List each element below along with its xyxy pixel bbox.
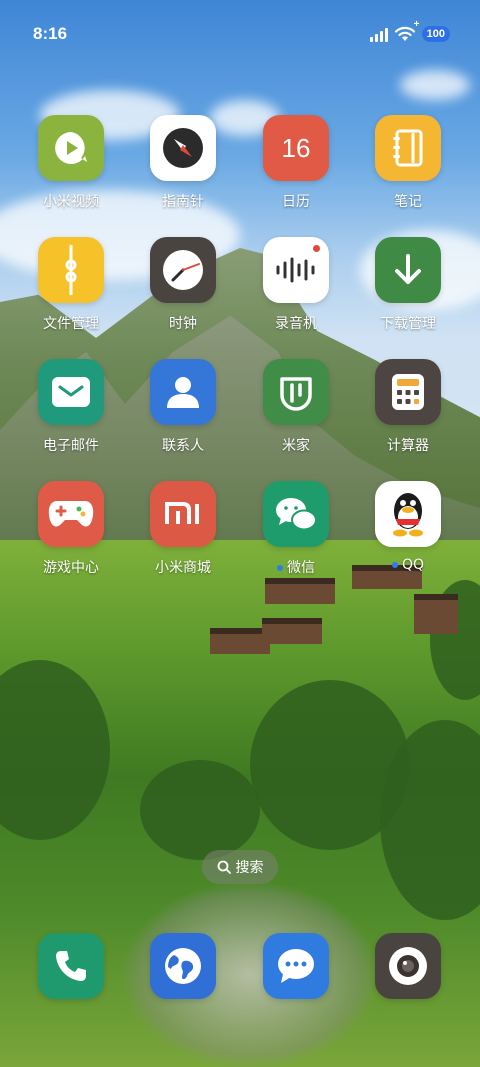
- charging-indicator: +: [413, 19, 420, 30]
- app-contacts[interactable]: 联系人: [133, 359, 233, 455]
- phone-icon: [38, 933, 104, 999]
- dock-phone[interactable]: [21, 933, 121, 999]
- app-qq[interactable]: QQ: [358, 481, 458, 573]
- app-downloads[interactable]: 下载管理: [358, 237, 458, 333]
- camera-icon: [375, 933, 441, 999]
- app-label: 联系人: [162, 438, 204, 454]
- app-label: 笔记: [394, 194, 422, 210]
- signal-icon: [369, 26, 388, 42]
- dock-camera[interactable]: [358, 933, 458, 999]
- app-label: 游戏中心: [43, 560, 99, 576]
- app-label: 下载管理: [380, 316, 436, 332]
- wallpaper-house: [262, 618, 322, 644]
- qq-icon: [375, 481, 441, 547]
- notes-icon: [375, 115, 441, 181]
- recorder-icon: [263, 237, 329, 303]
- globe-icon: [150, 933, 216, 999]
- wechat-icon: [263, 481, 329, 547]
- app-wechat[interactable]: 微信: [246, 481, 346, 577]
- battery-level: 100: [426, 28, 445, 40]
- mijia-icon: [263, 359, 329, 425]
- app-label: 指南针: [162, 194, 204, 210]
- app-label: 小米商城: [155, 560, 211, 576]
- gamepad-icon: [38, 481, 104, 547]
- video-play-icon: [38, 115, 104, 181]
- wallpaper-cloud: [400, 70, 470, 100]
- search-button[interactable]: 搜索: [202, 850, 278, 884]
- notification-dot: [277, 565, 283, 571]
- app-label: 日历: [282, 194, 310, 210]
- app-label: 时钟: [169, 316, 197, 332]
- app-file-manager[interactable]: 文件管理: [21, 237, 121, 333]
- app-calculator[interactable]: 计算器: [358, 359, 458, 455]
- contacts-icon: [150, 359, 216, 425]
- app-label-text: QQ: [401, 557, 425, 573]
- notification-dot: [391, 562, 398, 568]
- folder-icon: [38, 237, 104, 303]
- app-calendar[interactable]: 16 日历: [246, 115, 346, 211]
- app-compass[interactable]: 指南针: [133, 115, 233, 211]
- app-clock[interactable]: 时钟: [133, 237, 233, 333]
- app-label: 计算器: [387, 438, 429, 454]
- dock-messages[interactable]: [246, 933, 346, 999]
- app-game-center[interactable]: 游戏中心: [21, 481, 121, 577]
- status-bar: 8:16 + 100: [0, 0, 480, 64]
- mi-store-icon: [150, 481, 216, 547]
- dock-browser[interactable]: [133, 933, 233, 999]
- mail-icon: [38, 359, 104, 425]
- app-mijia[interactable]: 米家: [246, 359, 346, 455]
- app-label: 录音机: [275, 316, 317, 332]
- search-label: 搜索: [235, 860, 264, 876]
- calendar-day: 16: [281, 132, 311, 163]
- message-icon: [263, 933, 329, 999]
- wallpaper-house: [265, 578, 335, 604]
- app-label: 微信: [246, 557, 346, 577]
- app-email[interactable]: 电子邮件: [21, 359, 121, 455]
- calculator-icon: [375, 359, 441, 425]
- app-label: 小米视频: [43, 194, 99, 210]
- app-label: 文件管理: [43, 316, 99, 332]
- app-label: 米家: [282, 438, 310, 454]
- app-recorder[interactable]: 录音机: [246, 237, 346, 333]
- wallpaper-house: [210, 628, 270, 654]
- compass-icon: [150, 115, 216, 181]
- app-mi-video[interactable]: 小米视频: [21, 115, 121, 211]
- wallpaper-house: [414, 594, 458, 634]
- battery-icon: + 100: [414, 19, 450, 42]
- calendar-icon: 16: [263, 115, 329, 181]
- status-time: 8:16: [33, 24, 68, 43]
- app-label: 电子邮件: [43, 438, 99, 454]
- app-label: QQ: [358, 557, 458, 573]
- app-label-text: 微信: [287, 560, 315, 576]
- search-icon: [217, 860, 231, 874]
- clock-icon: [150, 237, 216, 303]
- wifi-icon: [394, 26, 415, 41]
- download-icon: [375, 237, 441, 303]
- status-icons: + 100: [369, 19, 450, 44]
- app-notes[interactable]: 笔记: [358, 115, 458, 211]
- wallpaper-tree: [140, 760, 260, 860]
- app-mi-store[interactable]: 小米商城: [133, 481, 233, 577]
